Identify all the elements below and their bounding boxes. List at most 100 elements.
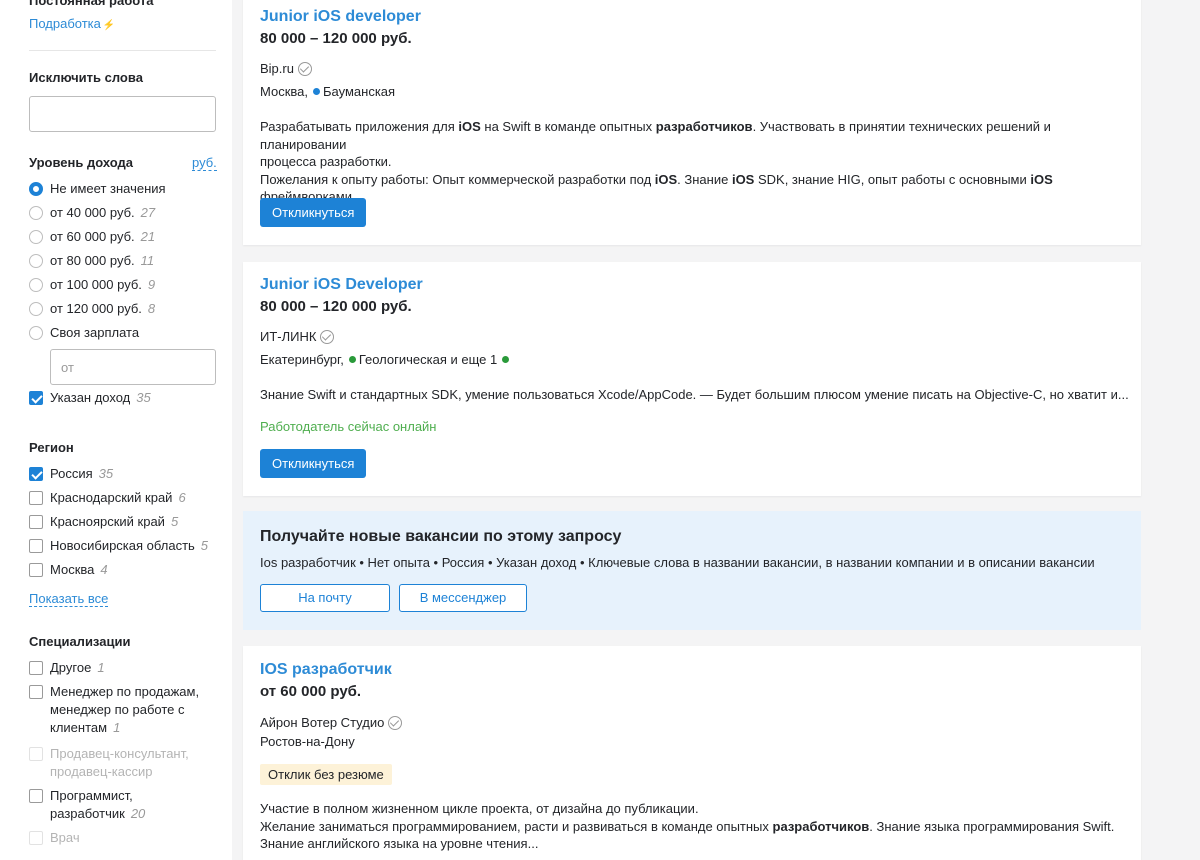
specialization-item-disabled: Продавец-консультант, продавец-кассир <box>29 745 189 781</box>
vacancy-title-link[interactable]: Junior iOS Developer <box>260 276 423 294</box>
specialization-item[interactable]: Другое 1 <box>29 659 105 677</box>
side-job-label[interactable]: Подработка <box>29 16 101 31</box>
company-name[interactable]: Айрон Вотер Студио <box>260 715 384 730</box>
checkbox[interactable] <box>29 539 43 553</box>
vacancy-card: IOS разработчик от 60 000 руб. Айрон Вот… <box>243 646 1141 860</box>
income-option[interactable]: от 120 000 руб. 8 <box>29 300 155 318</box>
snippet-text: SDK, знание HIG, опыт работы с основными <box>754 171 1031 187</box>
specialization-label: Менеджер по продажам, менеджер по работе… <box>50 683 199 737</box>
subscribe-email-button[interactable]: На почту <box>260 584 390 612</box>
income-option[interactable]: Своя зарплата <box>29 324 139 342</box>
income-option[interactable]: от 100 000 руб. 9 <box>29 276 155 294</box>
radio[interactable] <box>29 230 43 244</box>
checkbox-checked[interactable] <box>29 391 43 405</box>
vacancy-title-link[interactable]: IOS разработчик <box>260 661 392 679</box>
specialization-item[interactable]: Менеджер по продажам, менеджер по работе… <box>29 683 199 737</box>
checkbox[interactable] <box>29 661 43 675</box>
metro-dot-icon <box>348 356 356 363</box>
radio[interactable] <box>29 326 43 340</box>
income-option-count: 27 <box>140 205 156 220</box>
respond-button[interactable]: Откликнуться <box>260 449 367 478</box>
specialization-item[interactable]: Программист, разработчик 20 <box>29 787 145 823</box>
income-option-label: от 40 000 руб. <box>50 205 135 220</box>
income-option[interactable]: от 60 000 руб. 21 <box>29 228 155 246</box>
subscribe-query: Ios разработчик • Нет опыта • Россия • У… <box>260 555 1095 570</box>
specified-income-checkbox[interactable]: Указан доход 35 <box>29 389 151 407</box>
city: Ростов-на-Дону <box>260 734 355 749</box>
radio[interactable] <box>29 254 43 268</box>
radio[interactable] <box>29 206 43 220</box>
vacancy-company[interactable]: ИТ-ЛИНК <box>260 329 335 344</box>
custom-salary-input[interactable]: от <box>50 349 216 385</box>
employer-online-status: Работодатель сейчас онлайн <box>260 419 437 434</box>
company-name[interactable]: ИТ-ЛИНК <box>260 329 316 344</box>
income-option[interactable]: от 80 000 руб. 11 <box>29 252 154 270</box>
region-item[interactable]: Россия 35 <box>29 465 113 483</box>
snippet-text: . Знание языка программирования Swift. <box>869 818 1115 834</box>
specialization-label-line: Программист, <box>50 788 133 803</box>
radio-selected[interactable] <box>29 182 43 196</box>
checkbox[interactable] <box>29 515 43 529</box>
specialization-item-disabled: Врач <box>29 829 80 847</box>
checkbox[interactable] <box>29 491 43 505</box>
vacancy-title-link[interactable]: Junior iOS developer <box>260 8 421 26</box>
checkbox-checked[interactable] <box>29 467 43 481</box>
region-item[interactable]: Москва 4 <box>29 561 108 579</box>
snippet-highlight: iOS <box>458 119 481 134</box>
verified-check-icon <box>388 715 403 730</box>
subscribe-block: Получайте новые вакансии по этому запрос… <box>243 511 1141 630</box>
company-name[interactable]: Bip.ru <box>260 61 294 76</box>
respond-button[interactable]: Откликнуться <box>260 198 367 227</box>
checkbox-count: 35 <box>136 390 151 405</box>
checkbox[interactable] <box>29 685 43 699</box>
lightning-icon: ⚡ <box>102 20 116 31</box>
exclude-words-title: Исключить слова <box>29 70 143 85</box>
snippet-text: процесса разработки. <box>260 154 392 169</box>
specialization-label-line: менеджер по работе с <box>50 702 185 717</box>
vacancy-salary: 80 000 – 120 000 руб. <box>260 298 412 315</box>
vacancy-card: Junior iOS Developer 80 000 – 120 000 ру… <box>243 262 1141 496</box>
vacancy-snippet: Знание Swift и стандартных SDK, умение п… <box>260 387 1129 402</box>
exclude-words-input[interactable] <box>29 96 216 132</box>
region-label: Краснодарский край <box>50 490 173 505</box>
specializations-title: Специализации <box>29 634 131 649</box>
verified-check-icon <box>320 329 335 344</box>
checkbox[interactable] <box>29 563 43 577</box>
show-all-regions-link[interactable]: Показать все <box>29 591 109 607</box>
specialization-label: Врач <box>50 830 80 845</box>
checkbox-disabled <box>29 831 43 845</box>
region-label: Россия <box>50 466 93 481</box>
income-option-label: Своя зарплата <box>50 325 140 340</box>
region-item[interactable]: Краснодарский край 6 <box>29 489 186 507</box>
specialization-label: Продавец-консультант, продавец-кассир <box>50 745 189 781</box>
income-option-label: от 80 000 руб. <box>50 253 135 268</box>
region-item[interactable]: Новосибирская область 5 <box>29 537 208 555</box>
vacancy-company[interactable]: Bip.ru <box>260 61 312 76</box>
currency-selector[interactable]: руб. <box>192 156 217 171</box>
subscribe-messenger-button[interactable]: В мессенджер <box>399 584 527 612</box>
specialization-count: 20 <box>130 806 146 821</box>
specialization-label-line: Менеджер по продажам, <box>50 684 200 699</box>
region-label: Новосибирская область <box>50 538 195 553</box>
income-option-count: 11 <box>140 253 155 268</box>
vacancy-location: Москва, Бауманская <box>260 84 395 99</box>
radio[interactable] <box>29 302 43 316</box>
income-option[interactable]: от 40 000 руб. 27 <box>29 204 155 222</box>
vacancy-location: Ростов-на-Дону <box>260 734 355 749</box>
region-label: Москва <box>50 562 95 577</box>
checkbox[interactable] <box>29 789 43 803</box>
income-option-label: от 120 000 руб. <box>50 301 142 316</box>
vacancy-location: Екатеринбург, Геологическая и еще 1 <box>260 352 512 367</box>
specialization-label-line: разработчик <box>50 806 125 821</box>
income-option-count: 8 <box>147 301 156 316</box>
income-option[interactable]: Не имеет значения <box>29 180 166 198</box>
radio[interactable] <box>29 278 43 292</box>
snippet-highlight: iOS <box>654 171 678 187</box>
region-item[interactable]: Красноярский край 5 <box>29 513 178 531</box>
region-count: 4 <box>100 562 108 577</box>
snippet-highlight: iOS <box>731 171 755 187</box>
snippet-highlight: разработчиков <box>772 818 870 834</box>
side-job-filter[interactable]: Подработка ⚡ <box>29 16 115 31</box>
vacancy-company[interactable]: Айрон Вотер Студио <box>260 715 403 730</box>
city: Москва, <box>260 84 308 99</box>
